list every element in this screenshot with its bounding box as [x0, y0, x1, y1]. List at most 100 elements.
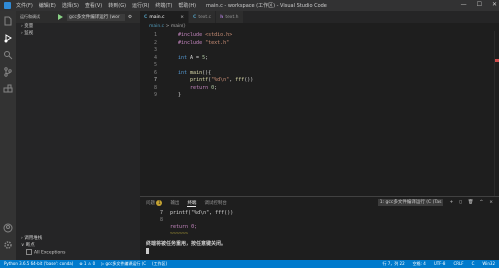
tab-main-c[interactable]: C main.c ×: [140, 11, 189, 23]
close-panel-icon[interactable]: ×: [489, 200, 493, 205]
tab-text-c[interactable]: C text.c: [189, 11, 217, 23]
status-item[interactable]: 行 7，列 22: [382, 261, 404, 267]
terminal-line: 8: [159, 217, 163, 223]
menu-item[interactable]: 查看(V): [85, 2, 102, 9]
close-tab-icon[interactable]: ×: [180, 15, 184, 20]
menu-item[interactable]: 帮助(H): [178, 2, 196, 9]
code-line: 2 #include "text.h": [140, 40, 480, 47]
account-icon[interactable]: [3, 223, 13, 233]
run-debug-sidebar: 运行和调试 gcc多文件编译运行 (wor ⚙ › 变量 › 监视: [16, 11, 140, 260]
run-debug-icon[interactable]: [3, 33, 13, 43]
start-debugging-icon[interactable]: [58, 14, 63, 20]
watch-section[interactable]: › 监视: [16, 30, 140, 37]
status-item[interactable]: UTF-8: [434, 261, 446, 267]
terminal-line: return 0;: [170, 224, 198, 230]
search-icon[interactable]: [3, 50, 13, 60]
tab-output[interactable]: 输出: [170, 200, 179, 206]
line-number: 8: [153, 84, 157, 91]
menu-item[interactable]: 文件(F): [16, 2, 33, 9]
menu-item[interactable]: 编辑(E): [39, 2, 56, 9]
trash-icon[interactable]: 🗑: [468, 200, 474, 205]
terminal-cursor: [146, 248, 486, 255]
minimize-icon[interactable]: —: [461, 1, 467, 8]
variables-section[interactable]: › 变量: [16, 23, 140, 30]
tab-problems[interactable]: 问题 1: [146, 200, 163, 206]
code-line: 3: [140, 47, 480, 54]
window-controls: — ☐ ✕: [461, 1, 497, 8]
terminal-line: 7 printf("%d\n", fff()): [159, 210, 234, 216]
problems-badge: 1: [156, 200, 163, 206]
menu-item[interactable]: 运行(R): [132, 2, 149, 9]
c-file-icon: C: [144, 14, 148, 20]
status-item[interactable]: (工作区): [152, 261, 167, 267]
terminal-line: ~~~~~~: [170, 231, 189, 237]
code-line: 1 #include <stdio.h>: [140, 32, 480, 39]
call-stack-section[interactable]: › 调用堆栈: [16, 235, 140, 242]
code-editor[interactable]: 1 #include <stdio.h> 2 #include "text.h" 3 4 i…: [140, 31, 495, 196]
terminal-actions: 1: gcc多文件编译运行 (C (Tas + ▯ 🗑 ^ ×: [377, 199, 493, 206]
activity-bar: [0, 11, 16, 260]
terminal-output[interactable]: 7 printf("%d\n", fff()) 8 return 0; ~~~~~…: [146, 210, 486, 255]
title-bar: 文件(F) 编辑(E) 选择(S) 查看(V) 转到(G) 运行(R) 终端(T) 帮助(H)…: [0, 0, 499, 11]
tab-debug-console[interactable]: 调试控制台: [204, 200, 227, 206]
gear-icon[interactable]: ⚙: [128, 15, 132, 20]
split-terminal-icon[interactable]: ▯: [459, 200, 461, 205]
code-token: A =: [187, 54, 203, 61]
code-token: #include: [178, 39, 203, 46]
code-line: 6 int main(){: [140, 70, 480, 77]
code-token: "%d\n": [211, 77, 230, 83]
status-item[interactable]: Win32: [482, 261, 495, 267]
breadcrumb-symbol[interactable]: main(): [171, 24, 186, 29]
gear-icon[interactable]: [3, 240, 13, 250]
code-token: int: [178, 69, 188, 76]
code-token: }: [178, 92, 182, 98]
code-token: printf: [190, 77, 209, 83]
panel-tabs: 问题 1 输出 终端 调试控制台: [146, 199, 227, 207]
code-token: #include: [178, 32, 203, 38]
code-token: ()): [244, 77, 254, 83]
chevron-up-icon[interactable]: ^: [479, 200, 483, 205]
status-item[interactable]: Python 3.6.5 64-bit ('base': conda): [4, 261, 73, 267]
terminal-message: 终端将被任务重用，按任意键关闭。: [146, 241, 227, 247]
line-number: 3: [153, 47, 157, 53]
menu-item[interactable]: 转到(G): [108, 2, 126, 9]
c-file-icon: C: [193, 14, 197, 20]
code-token: main: [190, 69, 203, 76]
status-item[interactable]: ▷ gcc多文件编译运行 (C: [101, 261, 146, 267]
status-item[interactable]: ⊗ 1 ⚠ 0: [79, 261, 95, 267]
all-exceptions-checkbox[interactable]: All Exceptions: [16, 249, 140, 256]
code-token: "text.h": [205, 39, 230, 46]
status-item[interactable]: 空格: 4: [413, 261, 426, 267]
close-window-icon[interactable]: ✕: [492, 1, 497, 8]
extensions-icon[interactable]: [3, 84, 13, 94]
code-line: 8 return 0;: [140, 85, 480, 92]
debug-config-select[interactable]: gcc多文件编译运行 (wor: [67, 13, 125, 21]
source-control-icon[interactable]: [3, 67, 13, 77]
editor-scrollbar[interactable]: [494, 31, 499, 196]
breadcrumb-file[interactable]: main.c: [149, 24, 164, 29]
vscode-logo-icon: [4, 2, 11, 9]
line-number: 5: [153, 62, 157, 68]
new-terminal-icon[interactable]: +: [449, 200, 453, 205]
menu-item[interactable]: 终端(T): [155, 2, 172, 9]
code-token: return: [190, 84, 209, 91]
status-item[interactable]: C: [472, 261, 475, 267]
maximize-icon[interactable]: ☐: [477, 1, 482, 8]
line-number: 7: [153, 77, 157, 83]
status-item[interactable]: CRLF: [453, 261, 463, 267]
sidebar-header: 运行和调试: [20, 14, 40, 19]
breadcrumb: main.c > main(): [149, 24, 186, 29]
terminal-select[interactable]: 1: gcc多文件编译运行 (C (Tas: [377, 199, 444, 206]
debug-toolbar: 运行和调试 gcc多文件编译运行 (wor ⚙: [16, 11, 140, 23]
code-line: 4 int A = 5;: [140, 55, 480, 62]
explorer-icon[interactable]: [3, 16, 13, 26]
sidebar-bottom-sections: › 调用堆栈 ∨ 断点 All Exceptions: [16, 235, 140, 256]
breakpoints-section[interactable]: ∨ 断点: [16, 242, 140, 249]
tab-text-h[interactable]: h text.h: [216, 11, 244, 23]
code-token: <stdio.h>: [205, 32, 233, 38]
editor-tabs: C main.c × C text.c h text.h: [140, 11, 499, 23]
tab-terminal[interactable]: 终端: [187, 200, 197, 207]
menu-item[interactable]: 选择(S): [62, 2, 79, 9]
